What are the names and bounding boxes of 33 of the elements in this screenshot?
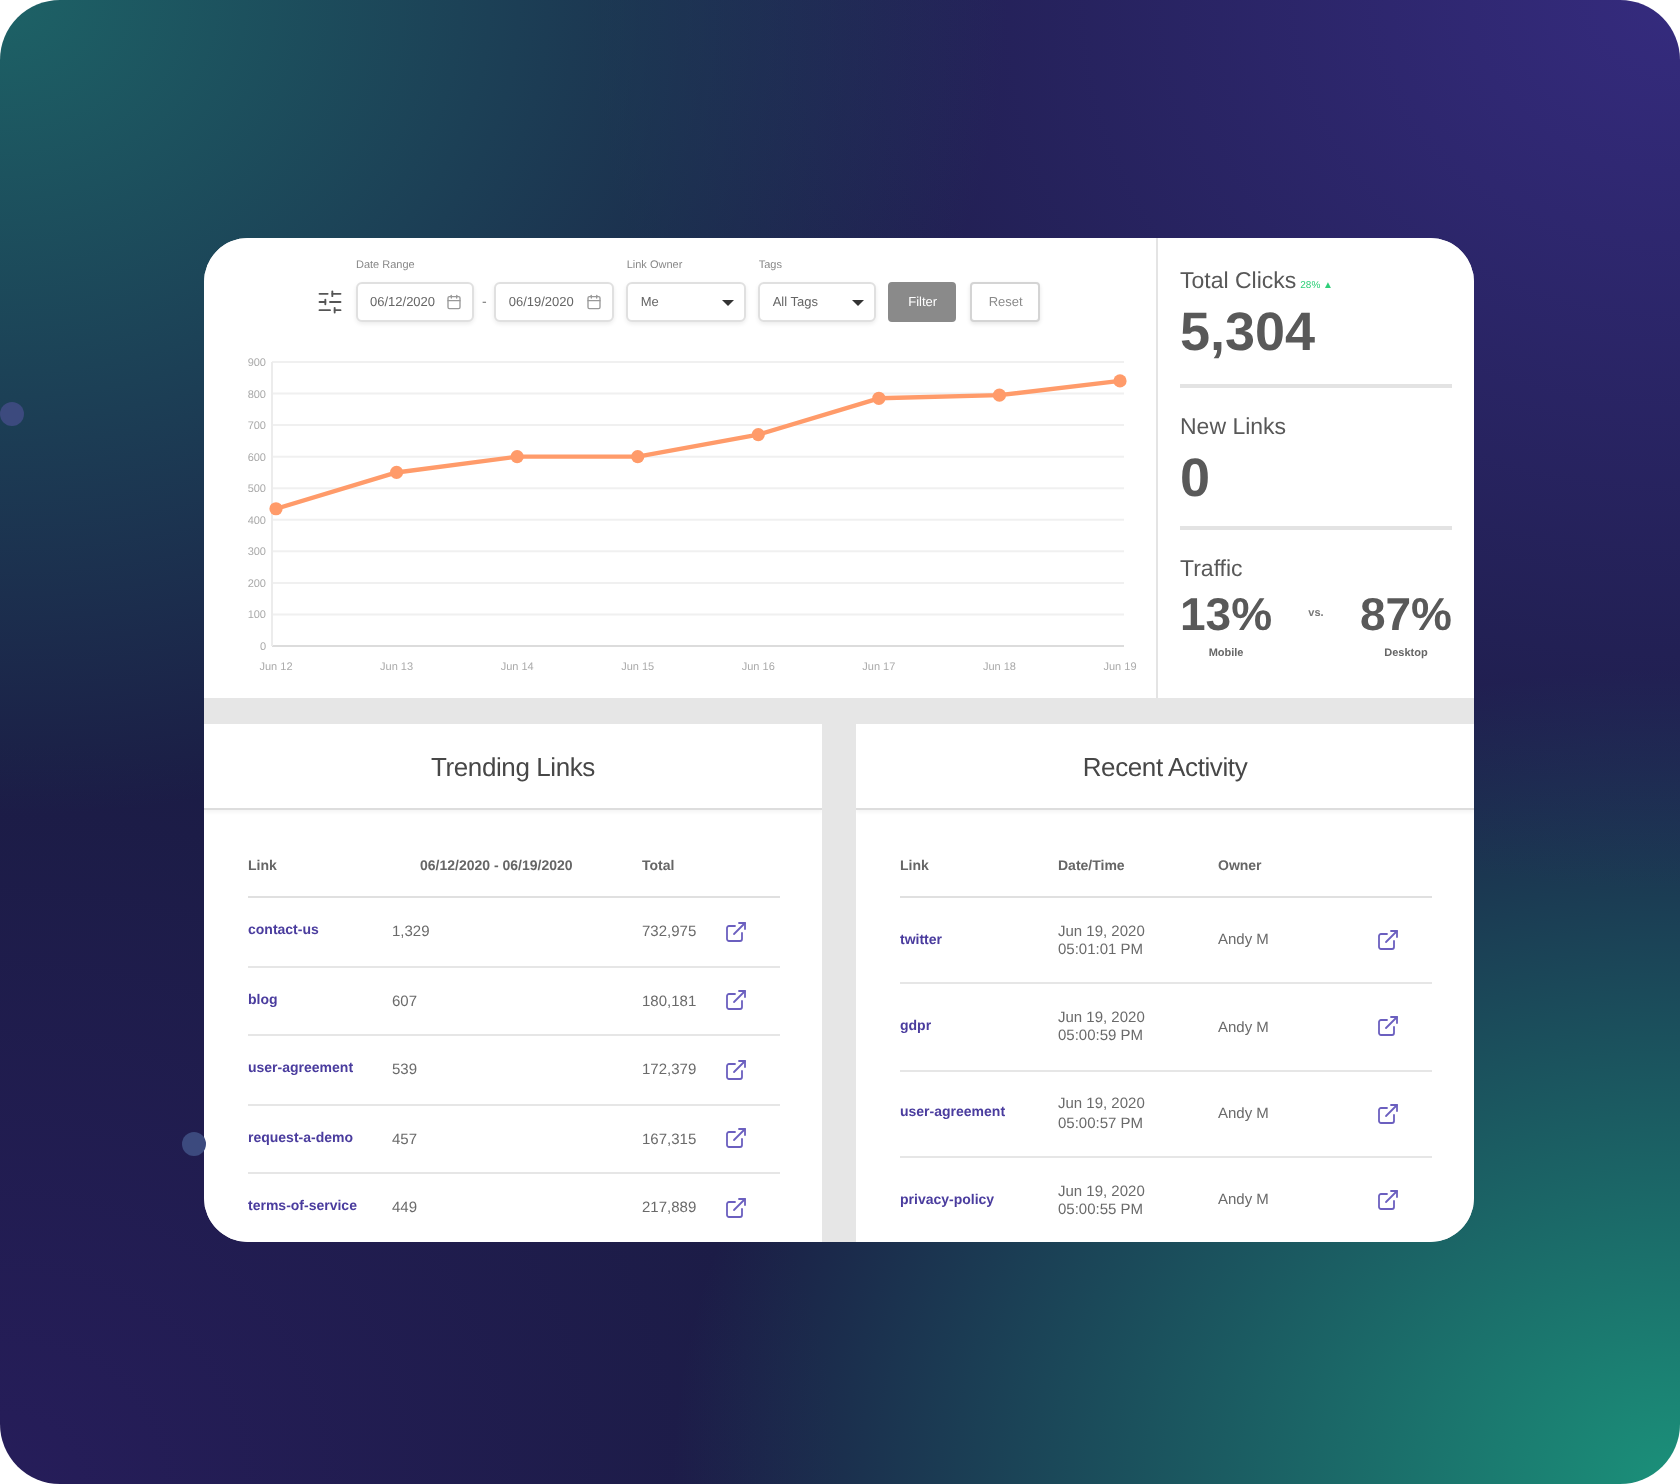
data-point [751, 428, 765, 442]
filter-settings-icon[interactable] [316, 288, 344, 316]
data-point [872, 391, 886, 405]
stat-value: 87% [1359, 588, 1452, 640]
stat-value: 5,304 [1180, 302, 1316, 362]
dot-icon [0, 402, 24, 426]
stat-value: 0 [1180, 448, 1211, 508]
external-link-icon[interactable] [724, 988, 748, 1013]
stat-label: Total Clicks [1180, 268, 1297, 296]
stat-label: New Links [1180, 414, 1287, 442]
external-link-icon[interactable] [1376, 1014, 1400, 1039]
data-point [992, 388, 1007, 402]
data-point [269, 502, 283, 516]
stat-value: 13% [1180, 588, 1273, 640]
stat-label: Traffic [1180, 556, 1243, 584]
external-link-icon[interactable] [1376, 928, 1400, 953]
calendar-icon [446, 294, 462, 310]
data-point [631, 450, 645, 464]
external-link-icon[interactable] [724, 1195, 748, 1220]
external-link-icon[interactable] [1376, 1188, 1400, 1213]
external-link-icon[interactable] [724, 919, 748, 944]
external-link-icon[interactable] [724, 1057, 748, 1082]
data-point [389, 465, 404, 480]
data-point [510, 450, 524, 464]
dot-icon [182, 1132, 206, 1156]
calendar-icon [586, 294, 603, 310]
caret-icon [852, 299, 865, 305]
external-link-icon[interactable] [1376, 1101, 1400, 1126]
panel-title: Trending Links [431, 751, 595, 781]
caret-icon [722, 299, 735, 305]
panel-title: Recent Activity [1082, 751, 1248, 781]
data-point [1113, 374, 1127, 388]
external-link-icon[interactable] [724, 1126, 748, 1151]
